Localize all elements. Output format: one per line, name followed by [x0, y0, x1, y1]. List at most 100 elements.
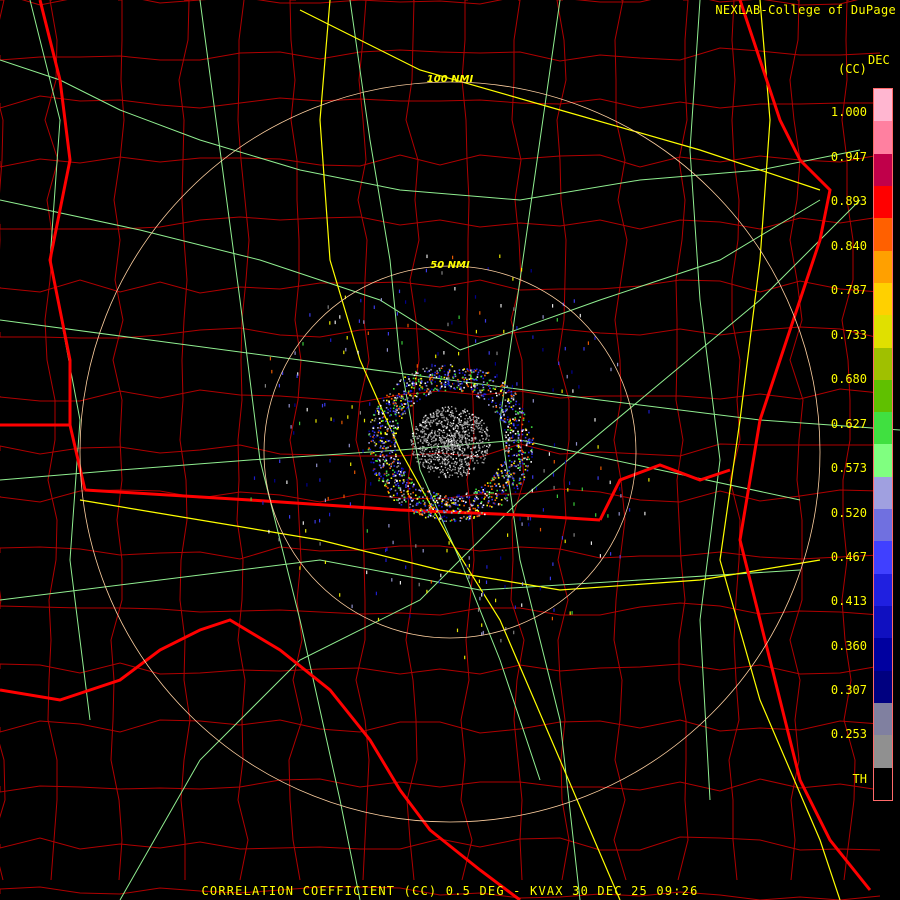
radar-pixel: [468, 374, 471, 376]
radar-pixel: [500, 417, 502, 419]
radar-pixel: [518, 451, 521, 454]
radar-pixel: [457, 452, 459, 455]
radar-pixel: [438, 411, 440, 413]
radar-pixel: [433, 376, 435, 379]
radar-pixel: [448, 385, 450, 388]
radar-pixel: [380, 451, 383, 453]
radar-pixel: [478, 503, 481, 505]
radar-pixel: [388, 425, 391, 427]
radar-pixel: [383, 474, 385, 476]
radar-pixel: [512, 405, 515, 407]
radar-pixel: [424, 389, 426, 391]
radar-pixel: [483, 491, 486, 493]
radar-pixel: [495, 392, 497, 394]
radar-pixel: [477, 506, 480, 509]
radar-pixel: [414, 428, 417, 430]
radar-pixel: [461, 381, 464, 383]
radar-pixel: [415, 432, 418, 435]
radar-pixel: [455, 424, 458, 426]
radar-pixel: [463, 449, 466, 452]
radar-pixel: [271, 369, 273, 374]
radar-pixel: [597, 476, 599, 480]
radar-map: 100 NMI 50 NMI: [0, 0, 900, 900]
radar-pixel: [516, 455, 518, 457]
radar-pixel: [394, 411, 396, 414]
radar-pixel: [412, 443, 415, 445]
radar-pixel: [458, 315, 460, 319]
radar-pixel: [504, 450, 506, 453]
radar-pixel: [583, 347, 585, 351]
radar-pixel: [415, 446, 417, 448]
radar-pixel: [520, 458, 522, 461]
radar-pixel: [409, 506, 411, 508]
radar-pixel: [446, 435, 448, 438]
radar-pixel: [453, 370, 456, 372]
radar-pixel: [408, 477, 410, 479]
radar-pixel: [441, 271, 443, 275]
radar-pixel: [395, 499, 398, 501]
radar-pixel: [421, 458, 423, 460]
radar-pixel: [530, 426, 533, 428]
radar-pixel: [482, 453, 484, 456]
radar-pixel: [383, 410, 386, 413]
radar-pixel: [426, 509, 428, 511]
radar-pixel: [518, 479, 521, 482]
radar-pixel: [521, 460, 523, 463]
radar-pixel: [517, 424, 520, 426]
radar-pixel: [382, 420, 384, 422]
radar-pixel: [521, 440, 524, 442]
radar-pixel: [372, 425, 375, 428]
color-scale-segment: [874, 347, 892, 380]
radar-pixel: [543, 469, 545, 473]
radar-pixel: [476, 459, 478, 462]
radar-pixel: [436, 510, 438, 513]
radar-pixel: [391, 578, 393, 582]
radar-pixel: [487, 485, 490, 487]
radar-pixel: [477, 455, 480, 457]
radar-pixel: [510, 422, 512, 425]
radar-pixel: [433, 374, 436, 376]
radar-pixel: [475, 495, 477, 497]
radar-pixel: [389, 445, 392, 447]
radar-pixel: [510, 440, 513, 442]
radar-pixel: [394, 397, 396, 399]
radar-pixel: [445, 511, 447, 513]
radar-pixel: [556, 494, 558, 498]
radar-pixel: [459, 446, 461, 448]
radar-pixel: [463, 378, 466, 381]
radar-pixel: [491, 399, 494, 402]
radar-pixel: [354, 470, 356, 474]
radar-pixel: [388, 403, 390, 405]
radar-pixel: [452, 453, 454, 456]
radar-pixel: [553, 460, 555, 464]
radar-pixel: [399, 487, 402, 489]
radar-pixel: [471, 440, 473, 442]
radar-pixel: [385, 480, 388, 483]
radar-pixel: [375, 474, 378, 476]
radar-pixel: [437, 443, 440, 445]
radar-pixel: [484, 496, 486, 498]
radar-pixel: [422, 448, 424, 450]
radar-pixel: [498, 483, 500, 485]
radar-pixel: [466, 496, 468, 498]
radar-pixel: [421, 425, 423, 427]
radar-pixel: [349, 502, 351, 506]
radar-pixel: [458, 369, 461, 371]
radar-pixel: [531, 456, 533, 458]
radar-pixel: [487, 500, 490, 503]
radar-pixel: [467, 385, 469, 388]
radar-pixel: [413, 446, 416, 448]
radar-pixel: [478, 449, 481, 451]
radar-pixel: [441, 506, 443, 508]
radar-pixel: [436, 447, 438, 450]
radar-pixel: [371, 439, 374, 442]
radar-pixel: [412, 485, 415, 488]
radar-pixel: [498, 393, 501, 396]
radar-pixel: [501, 492, 503, 494]
radar-pixel: [482, 386, 485, 389]
radar-pixel: [368, 433, 371, 435]
radar-pixel: [473, 500, 476, 503]
radar-pixel: [392, 540, 394, 545]
radar-pixel: [482, 504, 485, 506]
radar-pixel: [443, 416, 445, 418]
